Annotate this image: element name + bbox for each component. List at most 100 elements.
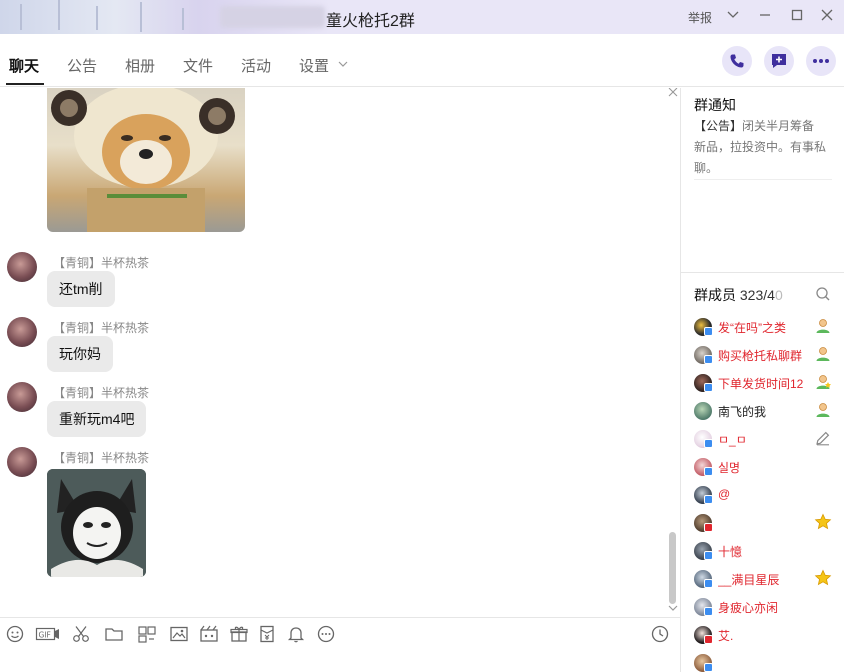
image-icon[interactable] — [169, 624, 191, 646]
phone-icon — [730, 54, 744, 68]
member-row[interactable]: 发“在吗”之类 — [694, 316, 844, 338]
add-chat-button[interactable] — [764, 46, 794, 76]
red-packet-icon[interactable] — [257, 624, 279, 646]
members-title-label: 群成员 — [694, 287, 736, 303]
device-badge-icon — [704, 551, 713, 560]
notice-tag: 【公告】 — [694, 119, 743, 133]
avatar[interactable] — [7, 252, 37, 282]
device-badge-icon — [704, 663, 713, 672]
status-badge-icon — [704, 523, 713, 532]
sender-name[interactable]: 【青铜】半杯热茶 — [53, 449, 149, 466]
member-name: 下单发货时间12 — [718, 377, 804, 391]
member-name: 购买枪托私聊群 — [718, 349, 803, 363]
title-blurred-region — [220, 6, 325, 28]
member-row[interactable]: 购买枪托私聊群 — [694, 344, 844, 366]
history-clock-icon[interactable] — [650, 624, 672, 646]
emoji-icon[interactable] — [5, 624, 27, 646]
notice-divider — [694, 179, 832, 180]
admin-person-icon — [814, 401, 832, 419]
sender-name[interactable]: 【青铜】半杯热茶 — [53, 254, 149, 271]
sender-name[interactable]: 【青铜】半杯热茶 — [53, 384, 149, 401]
message-bubble[interactable]: 还tm削 — [47, 271, 115, 307]
phone-button[interactable] — [722, 46, 752, 76]
screenshot-icon[interactable] — [137, 624, 159, 646]
member-name: 艾. — [718, 629, 734, 643]
close-icon[interactable] — [816, 6, 838, 28]
group-notice-title[interactable]: 群通知 — [694, 95, 736, 115]
member-name: 十憶 — [718, 545, 743, 559]
device-badge-icon — [704, 495, 713, 504]
message-bubble[interactable]: 玩你妈 — [47, 336, 113, 372]
edit-icon — [814, 429, 832, 447]
doge-sticker-image[interactable] — [47, 88, 245, 232]
member-name: ㅁ_ㅁ — [718, 433, 747, 447]
video-icon[interactable] — [199, 624, 221, 646]
tab-files[interactable]: 文件 — [183, 55, 213, 76]
admin-person-icon — [814, 317, 832, 335]
member-row[interactable]: ㅁ_ㅁ — [694, 428, 844, 450]
member-row[interactable]: __满目星辰 — [694, 568, 844, 590]
tab-settings[interactable]: 设置 — [299, 55, 329, 76]
settings-chevron-icon[interactable] — [337, 58, 349, 73]
device-badge-icon — [704, 327, 713, 336]
star-icon — [814, 513, 832, 531]
member-row[interactable]: 艾. — [694, 624, 844, 646]
folder-icon[interactable] — [104, 624, 126, 646]
group-notice-body[interactable]: 【公告】闭关半月筹备新品，拉投资中。有事私聊。 — [694, 116, 826, 179]
husky-meme-sticker[interactable] — [47, 469, 146, 577]
chevron-down-icon[interactable] — [722, 6, 744, 28]
bell-icon[interactable] — [286, 624, 308, 646]
chat-scrollbar[interactable] — [669, 532, 676, 604]
device-badge-icon — [704, 383, 713, 392]
device-badge-icon — [704, 355, 713, 364]
title-bar: 童火枪托2群 举报 — [0, 0, 844, 34]
message-bubble[interactable]: 重新玩m4吧 — [47, 401, 147, 437]
member-row[interactable]: 身疲心亦闲 — [694, 596, 844, 618]
scroll-down-icon[interactable] — [667, 602, 679, 616]
member-search-icon[interactable] — [815, 286, 831, 305]
member-row[interactable]: 南飞的我 — [694, 400, 844, 422]
panel-section-divider — [681, 272, 844, 273]
tab-activity[interactable]: 活动 — [241, 55, 271, 76]
device-badge-icon — [704, 607, 713, 616]
member-name: @ — [718, 487, 731, 501]
avatar[interactable] — [7, 382, 37, 412]
chat-message-area[interactable]: 【青铜】半杯热茶 还tm削 【青铜】半杯热茶 玩你妈 【青铜】半杯热茶 重新玩m… — [0, 88, 680, 616]
avatar — [694, 402, 712, 420]
more-circle-icon[interactable] — [316, 624, 338, 646]
tab-album[interactable]: 相册 — [125, 55, 155, 76]
add-chat-icon — [772, 54, 786, 68]
member-row[interactable]: @ — [694, 484, 844, 506]
scissors-icon[interactable] — [71, 624, 93, 646]
member-row[interactable] — [694, 652, 844, 672]
device-badge-icon — [704, 467, 713, 476]
members-count: 323/40 — [740, 287, 783, 303]
status-badge-icon — [704, 635, 713, 644]
report-button[interactable]: 举报 — [688, 9, 712, 26]
avatar[interactable] — [7, 447, 37, 477]
gif-icon[interactable]: GIF — [35, 624, 61, 646]
members-count-main: 323/4 — [739, 287, 775, 303]
member-name: 发“在吗”之类 — [718, 321, 786, 335]
member-row[interactable]: 실명 — [694, 456, 844, 478]
avatar[interactable] — [7, 317, 37, 347]
collapse-icon[interactable] — [667, 88, 679, 101]
star-icon — [814, 569, 832, 587]
member-row[interactable]: 下单发货时间12 — [694, 372, 844, 394]
member-row[interactable] — [694, 512, 844, 534]
gift-icon[interactable] — [229, 624, 251, 646]
maximize-icon[interactable] — [786, 6, 808, 28]
member-row[interactable]: 十憶 — [694, 540, 844, 562]
sender-name[interactable]: 【青铜】半杯热茶 — [53, 319, 149, 336]
device-badge-icon — [704, 439, 713, 448]
active-tab-indicator — [6, 83, 44, 85]
panel-divider — [680, 88, 681, 672]
more-button[interactable] — [806, 46, 836, 76]
tab-announcement[interactable]: 公告 — [67, 55, 97, 76]
minimize-icon[interactable] — [754, 6, 776, 28]
tab-chat[interactable]: 聊天 — [9, 55, 39, 76]
device-badge-icon — [704, 579, 713, 588]
member-name: 身疲心亦闲 — [718, 601, 779, 615]
tab-bar: 聊天 公告 相册 文件 活动 设置 — [0, 34, 844, 87]
input-toolbar: GIF — [0, 617, 680, 672]
